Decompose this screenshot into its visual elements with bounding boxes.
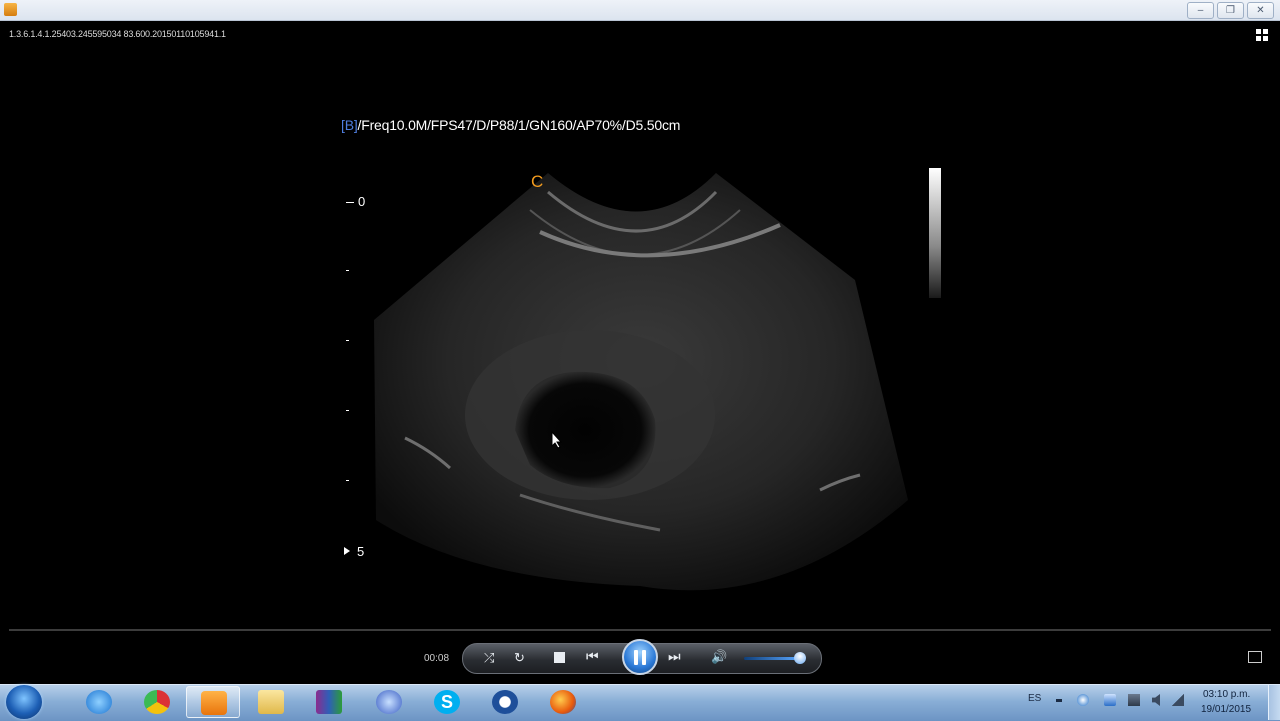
skype-icon: S <box>434 690 460 714</box>
grayscale-bar <box>929 168 941 298</box>
repeat-icon[interactable]: ↻ <box>514 650 525 666</box>
restore-icon[interactable]: ❐ <box>1217 2 1244 19</box>
show-desktop-button[interactable] <box>1268 685 1280 720</box>
network-device-icon[interactable] <box>1128 694 1140 706</box>
internet-explorer-icon <box>86 690 112 714</box>
pause-button[interactable] <box>622 639 658 675</box>
minimize-icon[interactable]: – <box>1187 2 1214 19</box>
volume-slider[interactable] <box>744 657 800 660</box>
mouse-cursor-icon <box>551 431 563 449</box>
firefox-icon <box>550 690 576 714</box>
volume-icon[interactable]: 🔊 <box>711 649 727 665</box>
depth-top-label: 0 <box>358 194 366 209</box>
folder-icon <box>258 690 284 714</box>
shuffle-icon[interactable]: ⤮ <box>484 650 494 666</box>
taskbar-winrar[interactable] <box>302 686 356 718</box>
seek-bar[interactable] <box>9 629 1271 631</box>
window-controls: – ❐ ✕ <box>1187 2 1274 19</box>
clock-time[interactable]: 03:10 p.m. <box>1203 689 1250 700</box>
taskbar-internet-explorer[interactable] <box>72 686 126 718</box>
previous-icon[interactable]: ⏮ <box>586 648 599 665</box>
window-titlebar: – ❐ ✕ <box>0 0 1280 21</box>
ultrasound-image <box>374 173 908 591</box>
orientation-marker: C <box>531 172 544 191</box>
globe-icon <box>376 690 402 714</box>
taskbar-file-explorer[interactable] <box>244 686 298 718</box>
switch-to-library-icon[interactable] <box>1248 651 1262 663</box>
language-indicator[interactable]: ES <box>1028 693 1041 704</box>
chrome-icon <box>144 690 170 714</box>
pause-icon <box>634 650 638 665</box>
taskbar-chrome[interactable] <box>130 686 184 718</box>
app-icon <box>492 690 518 714</box>
show-hidden-icons[interactable] <box>1056 699 1062 702</box>
stop-icon[interactable] <box>554 652 565 663</box>
start-button[interactable] <box>6 685 42 719</box>
depth-bottom-label: 5 <box>357 544 365 559</box>
media-player-app-icon <box>4 3 17 16</box>
network-signal-icon[interactable] <box>1172 694 1184 706</box>
taskbar-firefox[interactable] <box>536 686 590 718</box>
media-id-label: 1.3.6.1.4.1.25403.245595034 83.600.20150… <box>9 29 226 39</box>
fullscreen-icon[interactable] <box>1255 28 1269 42</box>
taskbar-firefox-aurora[interactable] <box>362 686 416 718</box>
elapsed-time: 00:08 <box>424 653 450 664</box>
params-text: /Freq10.0M/FPS47/D/P88/1/GN160/AP70%/D5.… <box>357 117 681 133</box>
tray-app-icon[interactable] <box>1077 694 1089 706</box>
security-icon[interactable] <box>1104 694 1116 706</box>
taskbar-app-8[interactable] <box>478 686 532 718</box>
mode-label: [B] <box>341 117 358 133</box>
volume-knob[interactable] <box>794 652 806 664</box>
winrar-icon <box>316 690 342 714</box>
video-viewport[interactable] <box>0 20 1280 635</box>
taskbar-media-player[interactable] <box>186 686 240 718</box>
next-icon[interactable]: ⏭ <box>668 648 681 665</box>
taskbar-skype[interactable]: S <box>420 686 474 718</box>
acquisition-params: [B]/Freq10.0M/FPS47/D/P88/1/GN160/AP70%/… <box>341 117 680 133</box>
close-icon[interactable]: ✕ <box>1247 2 1274 19</box>
clock-date[interactable]: 19/01/2015 <box>1201 704 1251 715</box>
media-player-icon <box>201 691 227 715</box>
